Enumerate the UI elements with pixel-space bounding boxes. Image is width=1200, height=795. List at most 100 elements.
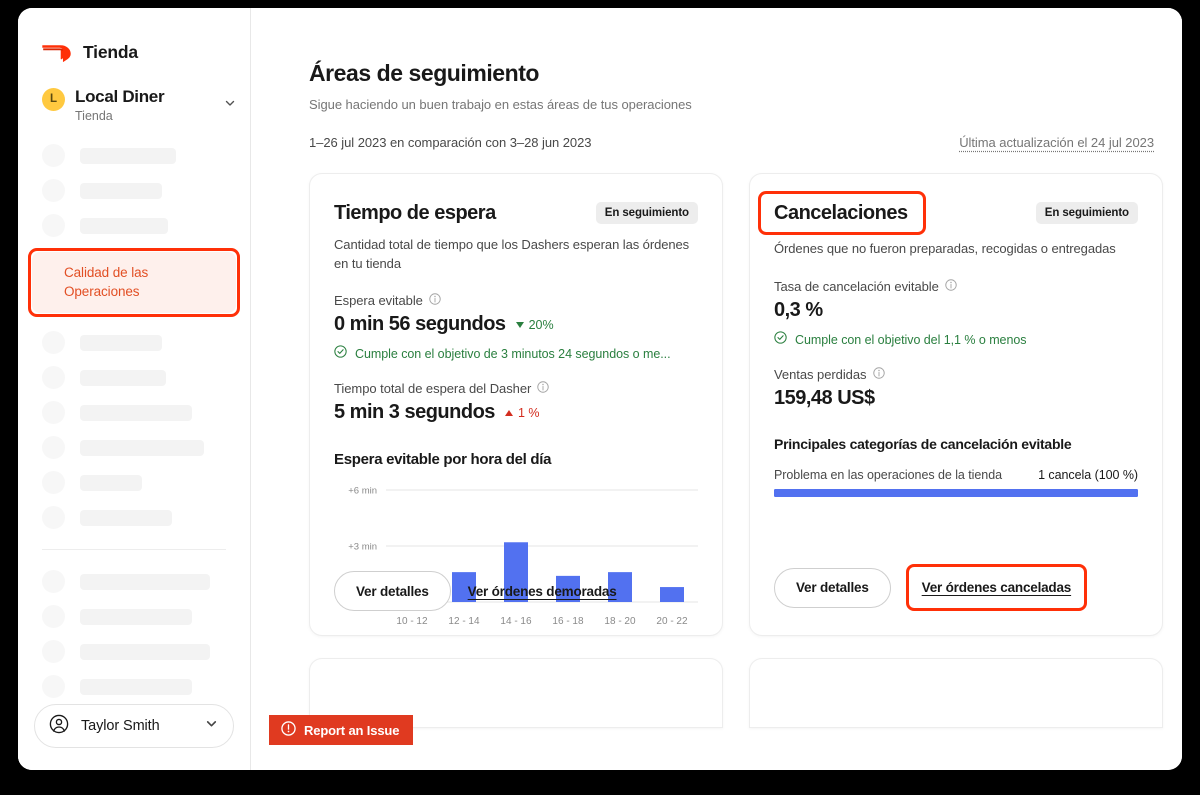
category-row: Problema en las operaciones de la tienda… — [774, 468, 1138, 482]
metric-goal-link[interactable]: Cumple con el objetivo del 1,1 % o menos — [795, 333, 1026, 347]
last-update-link[interactable]: Última actualización el 24 jul 2023 — [959, 135, 1154, 150]
sidebar-item-placeholder[interactable] — [18, 500, 250, 535]
chart-title: Espera evitable por hora del día — [334, 451, 552, 468]
check-circle-icon — [334, 345, 347, 363]
placeholder-label — [80, 369, 166, 386]
svg-text:+6 min: +6 min — [348, 486, 377, 497]
placeholder-icon — [42, 401, 65, 424]
cards-grid: Tiempo de espera En seguimiento Cantidad… — [309, 173, 1163, 636]
category-bar-fill — [774, 489, 1138, 497]
sidebar-item-placeholder[interactable] — [18, 395, 250, 430]
sidebar-item-placeholder[interactable] — [18, 325, 250, 360]
date-range-label: 1–26 jul 2023 en comparación con 3–28 ju… — [309, 135, 592, 150]
user-circle-icon — [49, 714, 69, 739]
alert-circle-icon — [281, 721, 296, 739]
info-icon[interactable] — [429, 293, 441, 308]
sidebar-item-placeholder[interactable] — [18, 360, 250, 395]
metric-espera-evitable: Espera evitable 0 min 56 segundos 20% Cu… — [334, 293, 698, 363]
placeholder-label — [80, 678, 192, 695]
placeholder-icon — [42, 640, 65, 663]
card-title: Tiempo de espera — [334, 202, 496, 224]
sidebar-item-placeholder[interactable] — [18, 138, 250, 173]
info-icon[interactable] — [537, 381, 550, 396]
app-window: Tienda L Local Diner Tienda Calidad de l… — [18, 8, 1182, 770]
card-wait-time-body: Tiempo de espera En seguimiento Cantidad… — [310, 174, 722, 634]
placeholder-icon — [42, 471, 65, 494]
sidebar-item-placeholder[interactable] — [18, 208, 250, 243]
placeholder-label — [80, 474, 142, 491]
ver-detalles-button[interactable]: Ver detalles — [774, 567, 891, 608]
report-an-issue-button[interactable]: Report an Issue — [269, 715, 414, 745]
placeholder-label — [80, 509, 172, 526]
card-wait-time-footer: Ver detalles Ver órdenes demoradas — [310, 571, 643, 635]
bottom-cards-row — [309, 658, 1163, 728]
svg-text:20 - 22: 20 - 22 — [656, 616, 688, 627]
triangle-down-icon — [515, 321, 524, 328]
placeholder-icon — [42, 366, 65, 389]
sidebar-item-placeholder[interactable] — [18, 634, 250, 669]
placeholder-label — [80, 573, 210, 590]
metric-label-text: Ventas perdidas — [774, 367, 867, 382]
store-avatar: L — [42, 87, 65, 111]
metric-value-row: 0 min 56 segundos 20% — [334, 313, 698, 336]
card-cancellations-body: Cancelaciones En seguimiento Órdenes que… — [750, 174, 1162, 497]
main-content: Áreas de seguimiento Sigue haciendo un b… — [251, 8, 1182, 770]
ver-ordenes-canceladas-highlight-wrap: Ver órdenes canceladas — [905, 564, 1088, 611]
card-cancellations-header: Cancelaciones En seguimiento — [758, 191, 1138, 235]
category-count: 1 cancela (100 %) — [1038, 468, 1138, 482]
metric-goal-row: Cumple con el objetivo de 3 minutos 24 s… — [334, 345, 698, 363]
check-circle-icon — [774, 331, 787, 349]
metric-value: 5 min 3 segundos — [334, 401, 495, 423]
ver-detalles-button[interactable]: Ver detalles — [334, 571, 451, 611]
metric-label-text: Tasa de cancelación evitable — [774, 279, 939, 294]
metric-delta-value: 1 % — [517, 405, 540, 420]
store-info: Local Diner Tienda — [75, 86, 214, 124]
placeholder-label — [80, 334, 162, 351]
sidebar-item-placeholder[interactable] — [18, 564, 250, 599]
info-icon[interactable] — [945, 279, 957, 294]
chart-bar[interactable] — [660, 587, 684, 602]
status-badge: En seguimiento — [1035, 202, 1138, 224]
metric-value-row: 0,3 % — [774, 299, 1138, 322]
info-icon[interactable] — [872, 367, 885, 382]
triangle-up-icon — [504, 409, 513, 416]
category-item: Problema en las operaciones de la tienda… — [774, 468, 1138, 497]
placeholder-icon — [42, 605, 65, 628]
metric-value: 0 min 56 segundos — [334, 313, 506, 335]
store-name: Local Diner — [75, 87, 165, 106]
metric-label: Tiempo total de espera del Dasher — [334, 381, 698, 396]
chevron-down-icon — [224, 96, 236, 114]
metric-label: Espera evitable — [334, 293, 698, 308]
sidebar-item-calidad-de-las-operaciones[interactable]: Calidad de las Operaciones — [28, 248, 240, 317]
metric-label: Tasa de cancelación evitable — [774, 279, 1138, 294]
metric-tasa-cancelacion: Tasa de cancelación evitable 0,3 % Cumpl… — [774, 279, 1138, 349]
sidebar-divider — [42, 549, 226, 550]
card-partial[interactable] — [749, 658, 1163, 728]
user-menu-button[interactable]: Taylor Smith — [34, 704, 234, 748]
ver-ordenes-demoradas-link[interactable]: Ver órdenes demoradas — [466, 580, 619, 603]
placeholder-icon — [42, 675, 65, 698]
placeholder-icon — [42, 179, 65, 202]
sidebar-item-label: Calidad de las Operaciones — [64, 265, 149, 299]
metric-tiempo-total: Tiempo total de espera del Dasher 5 min … — [334, 381, 698, 424]
placeholder-label — [80, 217, 168, 234]
page-title: Áreas de seguimiento — [309, 60, 540, 86]
category-name: Problema en las operaciones de la tienda — [774, 468, 1003, 482]
status-badge: En seguimiento — [595, 202, 698, 224]
sidebar-item-placeholder[interactable] — [18, 599, 250, 634]
sidebar-item-placeholder[interactable] — [18, 173, 250, 208]
placeholder-label — [80, 147, 176, 164]
store-switcher[interactable]: L Local Diner Tienda — [18, 64, 250, 124]
metric-delta-up: 1 % — [504, 405, 540, 420]
sidebar-item-placeholder[interactable] — [18, 430, 250, 465]
placeholder-label — [80, 439, 204, 456]
sidebar-item-placeholder[interactable] — [18, 465, 250, 500]
ver-ordenes-canceladas-link[interactable]: Ver órdenes canceladas — [920, 576, 1073, 599]
card-description: Cantidad total de tiempo que los Dashers… — [334, 237, 690, 271]
metric-goal-row: Cumple con el objetivo del 1,1 % o menos — [774, 331, 1138, 349]
sidebar: Tienda L Local Diner Tienda Calidad de l… — [18, 8, 251, 770]
card-wait-time: Tiempo de espera En seguimiento Cantidad… — [309, 173, 723, 636]
card-title: Cancelaciones — [774, 202, 908, 224]
sidebar-item-placeholder[interactable] — [18, 669, 250, 704]
metric-goal-link[interactable]: Cumple con el objetivo de 3 minutos 24 s… — [355, 347, 671, 361]
